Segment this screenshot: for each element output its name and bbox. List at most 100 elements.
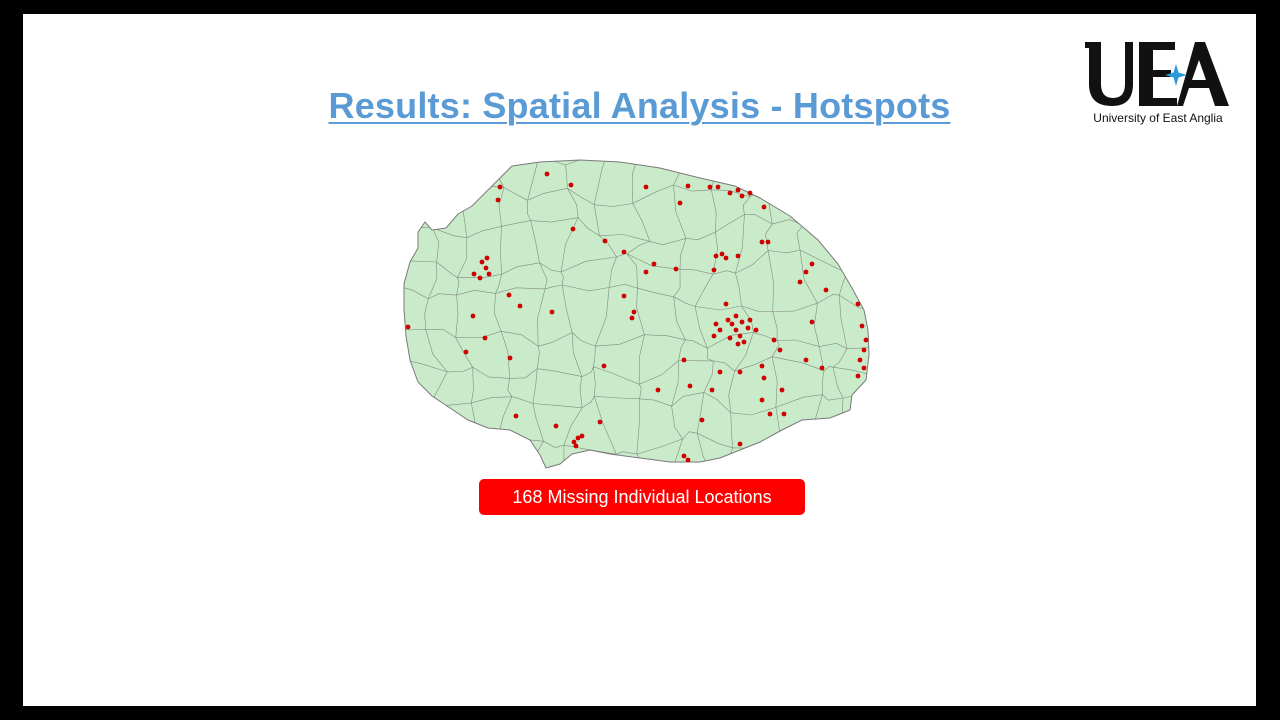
location-point [855,301,861,307]
location-point [739,193,745,199]
location-point [709,387,715,393]
location-point [753,327,759,333]
location-point [715,184,721,190]
location-point [484,255,490,261]
location-point [621,293,627,299]
location-point [759,397,765,403]
location-point [570,226,576,232]
location-point [470,313,476,319]
location-point [513,413,519,419]
location-point [859,323,865,329]
location-point [723,255,729,261]
location-point [602,238,608,244]
location-point [497,184,503,190]
location-point [681,453,687,459]
location-point [711,267,717,273]
uea-logo-mark [1085,42,1229,106]
location-point [629,315,635,321]
location-point [809,261,815,267]
slide: Results: Spatial Analysis - Hotspots Uni… [23,14,1256,706]
location-point [405,324,411,330]
location-point [713,321,719,327]
location-point [727,190,733,196]
location-point [861,365,867,371]
location-point [707,184,713,190]
location-point [651,261,657,267]
location-point [735,341,741,347]
location-point [495,197,501,203]
location-point [745,325,751,331]
location-point [463,349,469,355]
location-point [687,383,693,389]
location-point [735,187,741,193]
logo-caption: University of East Anglia [1093,111,1223,125]
location-point [685,183,691,189]
location-point [631,309,637,315]
location-point [729,321,735,327]
location-point [803,357,809,363]
location-point [855,373,861,379]
location-point [727,335,733,341]
location-point [517,303,523,309]
location-point [765,239,771,245]
location-point [823,287,829,293]
location-point [781,411,787,417]
location-point [553,423,559,429]
location-point [737,441,743,447]
location-point [777,347,783,353]
location-point [685,457,691,463]
location-point [861,347,867,353]
location-point [761,204,767,210]
location-point [739,319,745,325]
location-point [803,269,809,275]
location-point [737,333,743,339]
location-point [759,239,765,245]
location-point [507,355,513,361]
norfolk-map [400,157,880,477]
location-point [857,357,863,363]
location-point [717,327,723,333]
location-point [643,269,649,275]
location-point [579,433,585,439]
location-point [711,333,717,339]
location-point [741,339,747,345]
location-point [767,411,773,417]
location-point [486,271,492,277]
location-point [568,182,574,188]
location-point [819,365,825,371]
location-point [677,200,683,206]
location-point [471,271,477,277]
location-point [483,265,489,271]
location-point [733,313,739,319]
location-point [477,275,483,281]
location-point [713,253,719,259]
location-point [809,319,815,325]
location-point [737,369,743,375]
location-point [573,443,579,449]
location-point [681,357,687,363]
location-point [544,171,550,177]
location-point [747,317,753,323]
location-point [735,253,741,259]
location-point [506,292,512,298]
map-svg [403,159,870,469]
location-point [655,387,661,393]
location-point [779,387,785,393]
location-point [771,337,777,343]
uea-logo: University of East Anglia [1083,40,1233,130]
location-point [601,363,607,369]
location-point [597,419,603,425]
location-point [759,363,765,369]
slide-title: Results: Spatial Analysis - Hotspots [328,85,951,126]
location-point [719,251,725,257]
location-point [717,369,723,375]
location-point [479,259,485,265]
location-point [549,309,555,315]
location-point [761,375,767,381]
location-point [863,337,869,343]
location-point [621,249,627,255]
location-point [725,317,731,323]
location-point [699,417,705,423]
location-point [673,266,679,272]
location-point [482,335,488,341]
